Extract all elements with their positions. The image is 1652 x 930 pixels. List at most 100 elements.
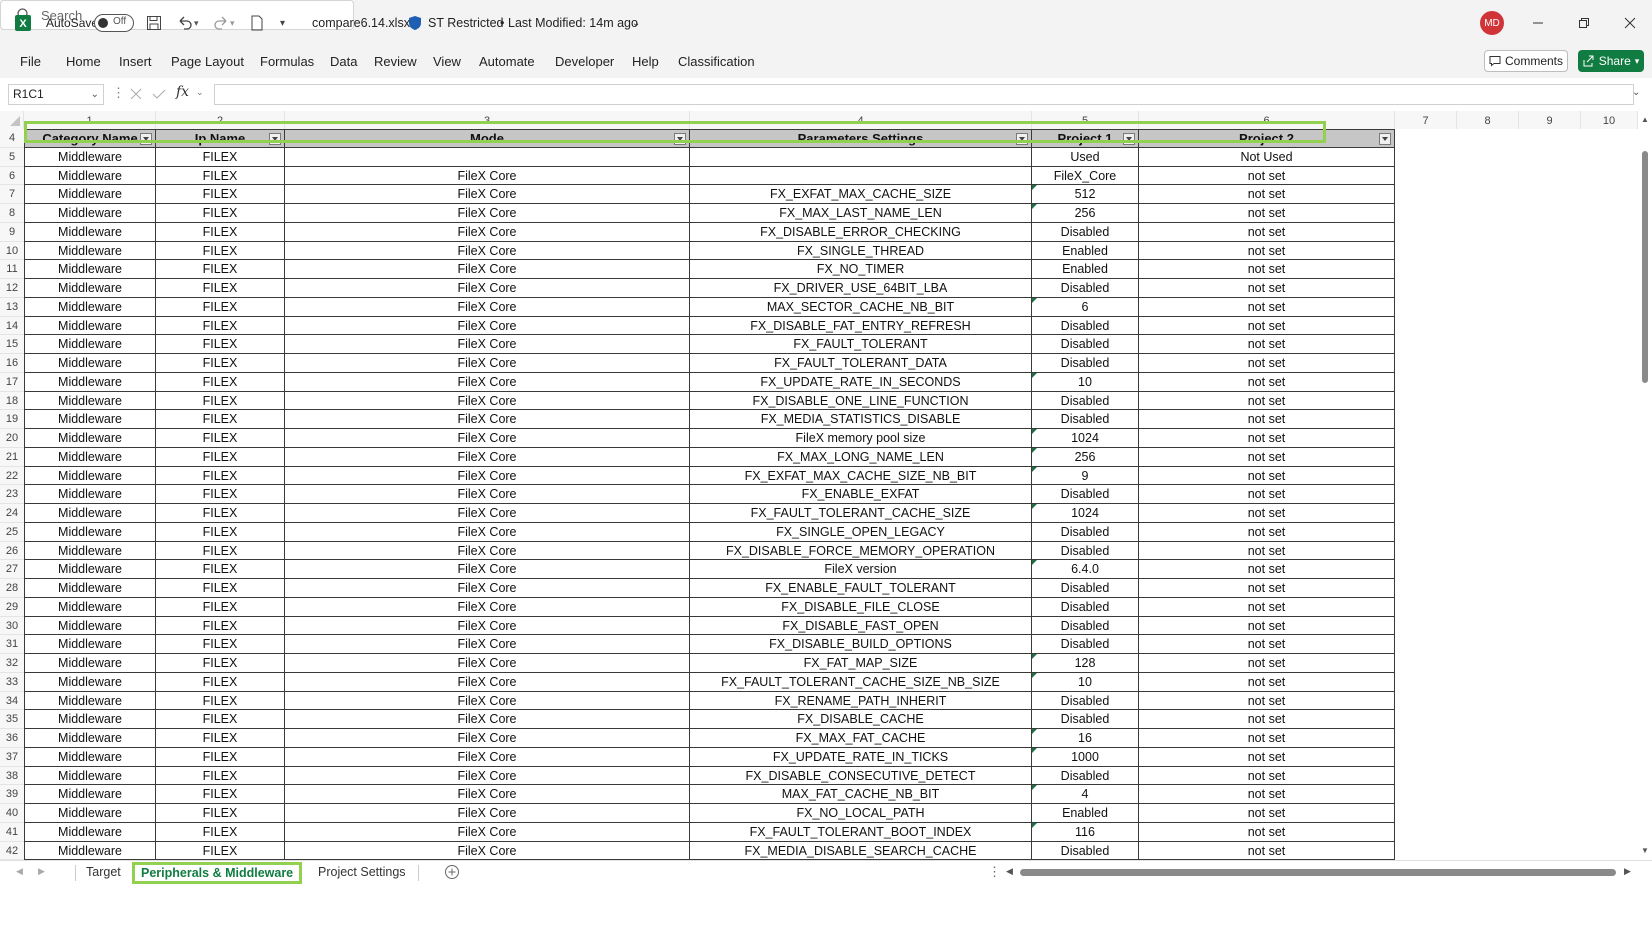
table-cell[interactable]: FileX Core xyxy=(285,841,690,860)
select-all-corner[interactable] xyxy=(0,111,24,129)
table-cell[interactable]: Middleware xyxy=(24,204,156,223)
column-header[interactable]: 1 xyxy=(24,111,156,129)
table-cell[interactable]: FX_MEDIA_DISABLE_SEARCH_CACHE xyxy=(690,841,1032,860)
table-cell[interactable]: not set xyxy=(1139,335,1395,354)
table-cell[interactable]: FILEX xyxy=(156,297,285,317)
table-cell[interactable]: MAX_FAT_CACHE_NB_BIT xyxy=(690,785,1032,804)
table-cell[interactable]: FX_FAULT_TOLERANT xyxy=(690,335,1032,354)
table-cell[interactable]: 1000 xyxy=(1032,747,1139,767)
table-cell[interactable]: FX_DISABLE_ERROR_CHECKING xyxy=(690,222,1032,242)
table-cell[interactable]: Not Used xyxy=(1139,147,1395,167)
tab-help[interactable]: Help xyxy=(632,46,659,78)
table-cell[interactable]: FILEX xyxy=(156,785,285,804)
table-cell[interactable]: FileX Core xyxy=(285,541,690,561)
avatar[interactable]: MD xyxy=(1480,0,1504,46)
row-header[interactable]: 42 xyxy=(0,841,24,860)
table-cell[interactable]: not set xyxy=(1139,447,1395,467)
table-cell[interactable]: Disabled xyxy=(1032,522,1139,542)
table-cell[interactable]: not set xyxy=(1139,729,1395,748)
table-cell[interactable]: FILEX xyxy=(156,747,285,767)
filter-dropdown-icon[interactable] xyxy=(1379,133,1391,145)
new-file-icon[interactable] xyxy=(250,0,264,46)
table-cell[interactable]: FileX Core xyxy=(285,316,690,336)
column-header[interactable]: 6 xyxy=(1139,111,1395,129)
table-cell[interactable]: FileX Core xyxy=(285,804,690,823)
table-cell[interactable]: not set xyxy=(1139,766,1395,786)
table-cell[interactable]: FileX Core xyxy=(285,391,690,411)
table-cell[interactable]: 128 xyxy=(1032,654,1139,673)
table-cell[interactable]: FX_DISABLE_ONE_LINE_FUNCTION xyxy=(690,391,1032,411)
table-cell[interactable]: not set xyxy=(1139,785,1395,804)
table-cell[interactable]: FileX Core xyxy=(285,729,690,748)
row-header[interactable]: 26 xyxy=(0,541,24,561)
row-header[interactable]: 28 xyxy=(0,579,24,598)
table-cell[interactable]: Middleware xyxy=(24,297,156,317)
sheet-tab-peripherals-middleware[interactable]: Peripherals & Middleware xyxy=(132,862,303,884)
table-cell[interactable]: FILEX xyxy=(156,766,285,786)
autosave-toggle[interactable]: Off xyxy=(94,0,134,46)
customize-toolbar-icon[interactable]: ▾ xyxy=(280,0,285,46)
table-cell[interactable]: not set xyxy=(1139,185,1395,204)
row-header[interactable]: 4 xyxy=(0,129,24,148)
table-header-cell[interactable]: Category Name xyxy=(24,129,156,148)
chevron-down-icon[interactable]: ⌄ xyxy=(632,0,640,46)
row-header[interactable]: 40 xyxy=(0,804,24,823)
table-cell[interactable]: Middleware xyxy=(24,522,156,542)
table-cell[interactable]: not set xyxy=(1139,466,1395,486)
table-cell[interactable]: 256 xyxy=(1032,447,1139,467)
table-cell[interactable]: FILEX xyxy=(156,241,285,261)
table-cell[interactable]: FileX Core xyxy=(285,335,690,354)
table-cell[interactable]: not set xyxy=(1139,654,1395,673)
table-cell[interactable]: Disabled xyxy=(1032,391,1139,411)
table-cell[interactable]: FILEX xyxy=(156,804,285,823)
row-header[interactable]: 31 xyxy=(0,635,24,654)
table-cell[interactable]: FileX Core xyxy=(285,597,690,617)
tab-file[interactable]: File xyxy=(20,46,41,78)
table-cell[interactable]: Disabled xyxy=(1032,410,1139,429)
table-cell[interactable]: FX_FAULT_TOLERANT_DATA xyxy=(690,354,1032,373)
table-cell[interactable]: Middleware xyxy=(24,747,156,767)
sheet-tab-target[interactable]: Target xyxy=(80,861,127,883)
table-cell[interactable]: FileX_Core xyxy=(1032,166,1139,186)
table-cell[interactable]: Middleware xyxy=(24,429,156,448)
table-cell[interactable]: Middleware xyxy=(24,147,156,167)
table-cell[interactable]: FileX version xyxy=(690,560,1032,579)
table-cell[interactable]: FILEX xyxy=(156,354,285,373)
table-cell[interactable]: FileX Core xyxy=(285,579,690,598)
table-cell[interactable]: Middleware xyxy=(24,804,156,823)
table-cell[interactable]: FX_FAULT_TOLERANT_BOOT_INDEX xyxy=(690,822,1032,842)
row-header[interactable]: 9 xyxy=(0,222,24,242)
restore-icon[interactable] xyxy=(1578,0,1590,46)
table-cell[interactable]: FX_EXFAT_MAX_CACHE_SIZE xyxy=(690,185,1032,204)
table-cell[interactable]: FX_MAX_FAT_CACHE xyxy=(690,729,1032,748)
table-cell[interactable]: FILEX xyxy=(156,447,285,467)
table-header-cell[interactable]: Project 2 xyxy=(1139,129,1395,148)
row-header[interactable]: 23 xyxy=(0,485,24,504)
table-cell[interactable]: FileX Core xyxy=(285,560,690,579)
table-cell[interactable]: Middleware xyxy=(24,729,156,748)
table-cell[interactable]: FileX Core xyxy=(285,522,690,542)
column-header[interactable]: 3 xyxy=(285,111,690,129)
table-cell[interactable]: FileX Core xyxy=(285,204,690,223)
table-cell[interactable]: FILEX xyxy=(156,316,285,336)
table-cell[interactable]: FileX Core xyxy=(285,279,690,298)
scroll-right-icon[interactable]: ▶ xyxy=(1624,866,1631,877)
undo-dropdown-icon[interactable]: ▾ xyxy=(194,0,199,46)
row-header[interactable]: 39 xyxy=(0,785,24,804)
more-options-icon[interactable]: ⋮ xyxy=(112,85,125,101)
table-cell[interactable]: Middleware xyxy=(24,841,156,860)
table-cell[interactable]: 256 xyxy=(1032,204,1139,223)
formula-input[interactable] xyxy=(214,84,1634,105)
table-cell[interactable]: FileX Core xyxy=(285,635,690,654)
sensitivity-label[interactable]: ST Restricted xyxy=(428,0,504,46)
table-cell[interactable]: not set xyxy=(1139,260,1395,279)
tab-classification[interactable]: Classification xyxy=(678,46,755,78)
table-cell[interactable]: 6.4.0 xyxy=(1032,560,1139,579)
table-cell[interactable]: Middleware xyxy=(24,766,156,786)
row-header[interactable]: 38 xyxy=(0,766,24,786)
table-cell[interactable]: FileX Core xyxy=(285,691,690,711)
table-cell[interactable]: FILEX xyxy=(156,222,285,242)
table-header-cell[interactable]: Ip Name xyxy=(156,129,285,148)
table-cell[interactable]: 9 xyxy=(1032,466,1139,486)
table-cell[interactable]: FileX Core xyxy=(285,822,690,842)
